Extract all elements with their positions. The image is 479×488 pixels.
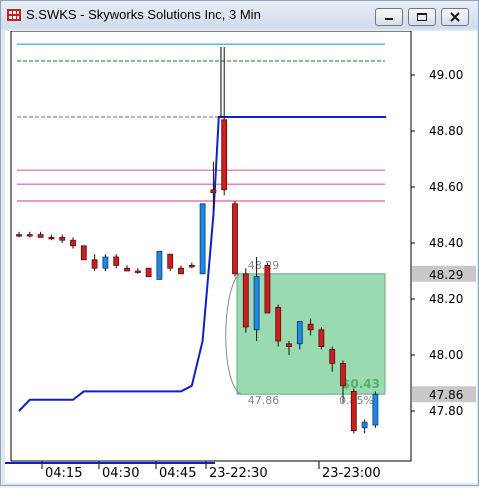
candle-body [167,253,174,269]
candle-body [178,267,184,275]
candle[interactable] [275,304,282,347]
candle-body [350,390,357,431]
x-tick-label: 23-23:00 [322,466,381,481]
y-tick-label: 47.80 [429,404,463,418]
candle-body [221,119,228,191]
candle-body [340,362,346,387]
x-tick-label: 04:45 [159,466,196,481]
candle-body [26,234,33,237]
candle[interactable] [264,262,271,314]
candle-body [264,264,271,314]
candle-body [70,239,76,247]
candle-body [113,256,120,266]
candle-body [91,259,98,269]
x-tick-label: 04:30 [102,466,139,481]
maximize-icon [417,13,427,21]
candle[interactable] [242,268,249,333]
candle[interactable] [232,201,238,277]
chart-window: S.SWKS - Skyworks Solutions Inc, 3 Min 4… [0,0,479,486]
candle-body [318,329,325,347]
candle-body [48,236,55,240]
candle[interactable] [350,388,357,434]
close-icon [450,12,460,22]
y-tick-label: 48.80 [429,124,463,138]
candle-body [134,270,141,273]
candle[interactable] [372,391,379,428]
candle-body [16,234,22,237]
candle-body [145,267,152,277]
candle-body [232,203,238,275]
candle-body [307,323,314,331]
candle-body [156,250,163,280]
price-badge-label: 48.29 [429,268,463,282]
price-badge-label: 47.86 [429,388,463,402]
maximize-button[interactable] [408,8,436,26]
price-chart[interactable]: 48.2947.86$0.430.85% 49.0048.8048.6048.4… [5,29,477,483]
candle[interactable] [80,245,87,261]
title-bar[interactable]: S.SWKS - Skyworks Solutions Inc, 3 Min [1,1,478,29]
chart-area[interactable]: 48.2947.86$0.430.85% 49.0048.8048.6048.4… [5,29,477,483]
x-tick-label: 23-22:30 [209,466,268,481]
candle-body [188,264,195,268]
y-tick-label: 49.00 [429,68,463,82]
candle[interactable] [102,254,109,271]
candle-body [253,276,260,331]
box-gain-label: $0.43 [342,377,380,391]
x-tick-label: 04:15 [45,466,82,481]
y-tick-label: 48.60 [429,180,463,194]
candle-body [329,348,336,364]
candle-body [102,256,109,269]
candle[interactable] [318,327,325,350]
candle-body [80,245,87,261]
candle-body [242,273,249,328]
candle-body [286,343,292,347]
candle-body [372,393,379,426]
y-tick-label: 48.40 [429,236,463,250]
candle-body [37,234,44,238]
candle-body [199,203,206,275]
box-bottom-label: 47.86 [248,394,279,407]
grid-app-icon [7,9,21,21]
minimize-button[interactable] [375,8,403,26]
y-tick-label: 48.00 [429,348,463,362]
minimize-icon [385,18,393,20]
candle[interactable] [156,250,163,280]
candle-body [210,189,217,194]
candle-body [124,267,130,272]
window-title: S.SWKS - Skyworks Solutions Inc, 3 Min [26,7,261,22]
candle-body [296,320,303,345]
close-button[interactable] [441,8,469,26]
candle-body [275,306,282,342]
y-tick-label: 48.20 [429,292,463,306]
candle[interactable] [167,253,174,271]
box-top-label: 48.29 [248,259,279,272]
candle-body [59,236,66,241]
candle[interactable] [145,267,152,277]
candle[interactable] [199,203,206,275]
candle-body [361,421,368,429]
